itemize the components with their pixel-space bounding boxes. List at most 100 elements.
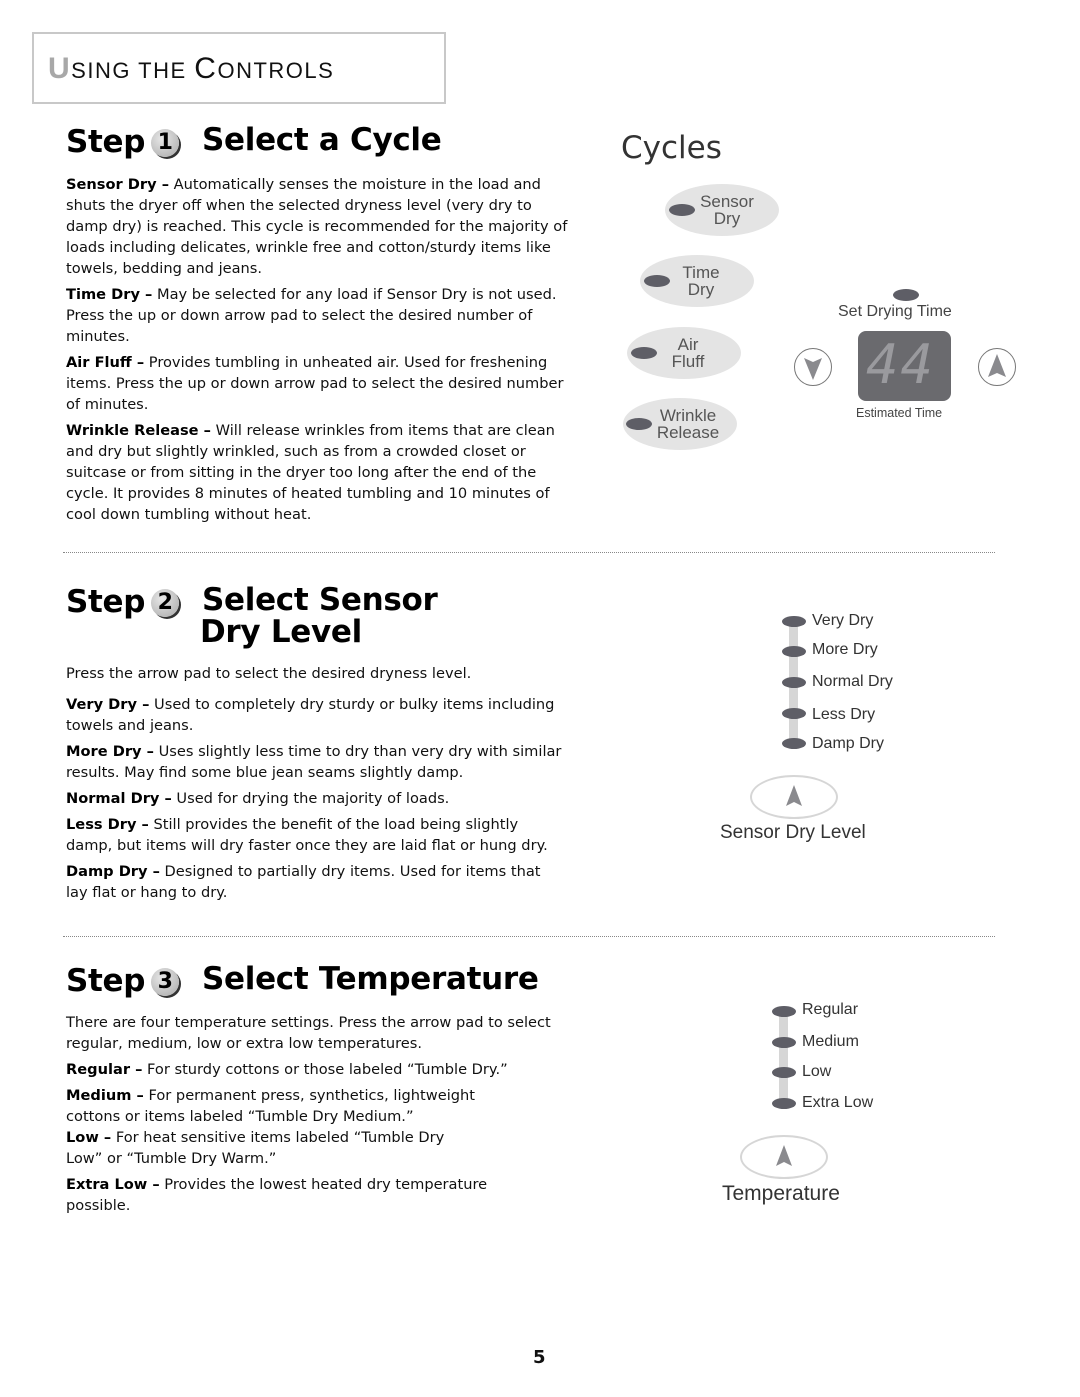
cycle-pad-air-fluff[interactable]: Air Fluff [627, 327, 741, 379]
temperature-ladder-bar [779, 1012, 788, 1106]
time-down-button[interactable] [794, 348, 832, 386]
temperature-button[interactable] [740, 1135, 828, 1179]
cycle-description-wrinkle-release: Wrinkle Release – Will release wrinkles … [66, 420, 576, 525]
term: Air Fluff – [66, 354, 145, 371]
indicator-led [631, 347, 657, 359]
cycle-pad-wrinkle-release[interactable]: Wrinkle Release [623, 398, 737, 450]
term: Extra Low – [66, 1176, 160, 1193]
dry-level-description-normal-dry: Normal Dry – Used for drying the majorit… [66, 788, 566, 809]
estimated-time-label: Estimated Time [856, 406, 943, 420]
display-digits: 44 [866, 333, 936, 396]
dry-level-label: More Dry [812, 641, 878, 658]
definition: For sturdy cottons or those labeled “Tum… [142, 1061, 508, 1078]
dry-level-led-less-dry [782, 708, 806, 719]
step-3-description: There are four temperature settings. Pre… [66, 1012, 566, 1221]
term: Very Dry – [66, 696, 150, 713]
sensor-dry-level-caption: Sensor Dry Level [720, 822, 866, 843]
section-divider [63, 552, 995, 553]
step-3-heading: Step 3 Select Temperature [66, 963, 586, 1003]
term: Normal Dry – [66, 790, 172, 807]
pad-label: Air Fluff [671, 335, 705, 371]
term: Less Dry – [66, 816, 149, 833]
step-2-description: Press the arrow pad to select the desire… [66, 663, 566, 908]
temperature-label: Extra Low [802, 1094, 874, 1111]
dry-level-label: Less Dry [812, 706, 876, 723]
temp-description-regular: Regular – For sturdy cottons or those la… [66, 1059, 566, 1080]
dry-level-label: Normal Dry [812, 673, 893, 690]
page-number: 5 [533, 1347, 546, 1368]
temp-description-low: Low – For heat sensitive items labeled “… [66, 1127, 456, 1169]
temperature-caption: Temperature [722, 1182, 840, 1205]
pad-label: Time Dry [682, 263, 720, 299]
up-arrow-icon [786, 785, 802, 806]
down-arrow-icon [804, 358, 822, 380]
temp-description-medium: Medium – For permanent press, synthetics… [66, 1085, 486, 1127]
section-header-title: USING THE CONTROLS [48, 52, 334, 86]
term: Regular – [66, 1061, 143, 1078]
step-word: Step [66, 963, 146, 999]
dry-level-description-more-dry: More Dry – Uses slightly less time to dr… [66, 741, 566, 783]
dry-level-label: Damp Dry [812, 735, 885, 752]
step-intro: Press the arrow pad to select the desire… [66, 665, 472, 682]
term: More Dry – [66, 743, 154, 760]
cycle-pad-sensor-dry[interactable]: Sensor Dry [665, 184, 779, 236]
step-title-line-2: Dry Level [200, 614, 362, 650]
term: Low – [66, 1129, 112, 1146]
time-up-button[interactable] [978, 348, 1016, 386]
step-intro: There are four temperature settings. Pre… [66, 1014, 551, 1052]
section-header-box: USING THE CONTROLS [32, 32, 446, 104]
sensor-dry-level-button[interactable] [750, 775, 838, 819]
cycle-pad-time-dry[interactable]: Time Dry [640, 255, 754, 307]
temp-led-extra-low [772, 1098, 796, 1109]
dry-level-label: Very Dry [812, 612, 874, 629]
header-text-1: SING THE [71, 58, 195, 83]
cycle-description-sensor-dry: Sensor Dry – Automatically senses the mo… [66, 174, 576, 279]
pad-label: Sensor Dry [700, 192, 754, 228]
temperature-label: Low [802, 1063, 832, 1080]
term: Medium – [66, 1087, 144, 1104]
step-number-badge: 3 [151, 968, 180, 996]
dry-level-led-more-dry [782, 646, 806, 657]
header-cap-2: C [194, 52, 218, 85]
step-2-heading: Step 2 Select Sensor Dry Level [66, 584, 566, 654]
temp-led-medium [772, 1037, 796, 1048]
dry-level-description-damp-dry: Damp Dry – Designed to partially dry ite… [66, 861, 566, 903]
set-drying-time-led [893, 289, 919, 301]
temperature-label: Regular [802, 1001, 859, 1018]
step-word: Step [66, 124, 146, 160]
step-title-line-1: Select Sensor [202, 582, 438, 618]
step-number-badge: 2 [151, 589, 180, 617]
indicator-led [626, 418, 652, 430]
step-1-heading: Step 1 Select a Cycle [66, 124, 566, 164]
header-text-2: ONTROLS [217, 58, 335, 83]
cycle-description-air-fluff: Air Fluff – Provides tumbling in unheate… [66, 352, 576, 415]
estimated-time-display: 44 [858, 331, 951, 401]
temp-description-extra-low: Extra Low – Provides the lowest heated d… [66, 1174, 516, 1216]
step-title: Select a Cycle [202, 122, 442, 158]
dry-level-led-damp-dry [782, 738, 806, 749]
cycle-description-time-dry: Time Dry – May be selected for any load … [66, 284, 576, 347]
indicator-led [669, 204, 695, 216]
pad-label: Wrinkle Release [656, 406, 720, 442]
section-divider [63, 936, 995, 937]
term: Sensor Dry – [66, 176, 169, 193]
dry-level-led-very-dry [782, 616, 806, 627]
definition: Used for drying the majority of loads. [171, 790, 450, 807]
term: Wrinkle Release – [66, 422, 211, 439]
set-drying-time-label: Set Drying Time [838, 303, 952, 320]
dry-level-led-normal-dry [782, 677, 806, 688]
indicator-led [644, 275, 670, 287]
term: Time Dry – [66, 286, 153, 303]
definition: For heat sensitive items labeled “Tumble… [66, 1129, 445, 1167]
step-word: Step [66, 584, 146, 620]
temp-led-regular [772, 1006, 796, 1017]
step-title: Select Temperature [202, 961, 539, 997]
term: Damp Dry – [66, 863, 160, 880]
up-arrow-icon [776, 1145, 792, 1166]
up-arrow-icon [988, 354, 1006, 377]
dry-level-description-less-dry: Less Dry – Still provides the benefit of… [66, 814, 566, 856]
step-number-badge: 1 [151, 129, 180, 157]
step-1-description: Sensor Dry – Automatically senses the mo… [66, 174, 576, 530]
temperature-label: Medium [802, 1033, 859, 1050]
dry-level-description-very-dry: Very Dry – Used to completely dry sturdy… [66, 694, 566, 736]
